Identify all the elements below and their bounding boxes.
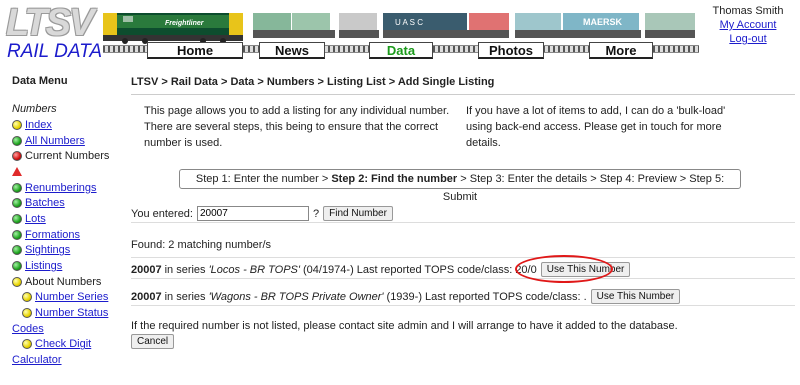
green-dot-icon — [12, 182, 22, 193]
sidebar-item-number-status[interactable]: Number Status — [12, 305, 124, 321]
result-number: 20007 — [131, 263, 162, 276]
sidebar-item-label[interactable]: Calculator — [12, 354, 62, 366]
sidebar-item-warning — [12, 164, 124, 180]
step-indicator: Step 1: Enter the number > Step 2: Find … — [179, 169, 741, 203]
svg-text:U A S C: U A S C — [395, 18, 423, 27]
found-count: Found: 2 matching number/s — [131, 238, 795, 258]
result-code: Last reported TOPS code/class: . — [425, 290, 587, 303]
warning-icon — [12, 167, 22, 177]
result-in-series: in series — [164, 263, 206, 276]
sidebar-item-label[interactable]: Renumberings — [25, 182, 97, 194]
use-this-number-button[interactable]: Use This Number — [590, 289, 681, 304]
sidebar-item-label: Current Numbers — [25, 150, 110, 163]
cancel-button[interactable]: Cancel — [131, 334, 175, 349]
sidebar-item-formations[interactable]: Formations — [12, 227, 124, 243]
breadcrumb: LTSV > Rail Data > Data > Numbers > List… — [131, 75, 795, 95]
sidebar-item-lots[interactable]: Lots — [12, 211, 124, 227]
site-header: LTSV RAIL DATA Freightliner U A S C MAER… — [0, 0, 800, 68]
result-in-series: in series — [164, 290, 206, 303]
sidebar-item-label[interactable]: Index — [25, 119, 52, 131]
sidebar-item-label: About Numbers — [25, 275, 102, 288]
user-name: Thomas Smith — [712, 5, 784, 17]
red-dot-icon — [12, 151, 22, 162]
sidebar-item-sightings[interactable]: Sightings — [12, 243, 124, 259]
sidebar-item-label[interactable]: Formations — [25, 229, 80, 241]
green-dot-icon — [12, 245, 22, 256]
result-dates: (1939-) — [386, 290, 422, 303]
highlight-circle — [515, 255, 613, 283]
my-account-link[interactable]: My Account — [700, 18, 796, 32]
svg-text:MAERSK: MAERSK — [583, 17, 623, 27]
user-box: Thomas Smith My Account Log-out — [700, 4, 796, 46]
green-dot-icon — [12, 135, 22, 146]
sidebar-item-label[interactable]: Number Status — [35, 307, 108, 319]
sidebar-item-label[interactable]: Batches — [25, 197, 65, 209]
sidebar-item-listings[interactable]: Listings — [12, 258, 124, 274]
yellow-dot-icon — [22, 292, 32, 303]
container-wagon: U A S C — [383, 13, 509, 38]
green-dot-icon — [12, 213, 22, 224]
result-row: 20007 in series 'Wagons - BR TOPS Privat… — [131, 288, 795, 306]
green-dot-icon — [12, 261, 22, 272]
sidebar-item-label[interactable]: Number Series — [35, 291, 108, 303]
sidebar-item-about-numbers: About Numbers — [12, 274, 124, 290]
result-series: 'Wagons - BR TOPS Private Owner' — [208, 290, 384, 303]
sidebar-item-label[interactable]: Lots — [25, 213, 46, 225]
sidebar-item-all-numbers[interactable]: All Numbers — [12, 133, 124, 149]
intro-left: This page allows you to add a listing fo… — [144, 105, 450, 149]
entered-label: You entered: — [131, 207, 193, 220]
green-dot-icon — [12, 198, 22, 209]
not-listed-note: If the required number is not listed, pl… — [131, 320, 678, 332]
main-content: LTSV > Rail Data > Data > Numbers > List… — [131, 75, 795, 349]
sidebar-item-current-numbers: Current Numbers — [12, 148, 124, 164]
svg-text:Freightliner: Freightliner — [165, 20, 205, 27]
yellow-dot-icon — [12, 119, 22, 130]
number-input[interactable] — [196, 206, 309, 221]
sidebar-item-label[interactable]: Sightings — [25, 244, 70, 256]
result-series: 'Locos - BR TOPS' — [208, 263, 300, 276]
result-code: Last reported TOPS code/class: 20/0 — [356, 263, 537, 276]
sidebar-item-number-series[interactable]: Number Series — [12, 290, 124, 306]
sidebar-item-codes[interactable]: Codes — [12, 321, 124, 337]
locomotive-image: Freightliner — [103, 13, 243, 44]
train-banner: Freightliner U A S C MAERSK — [103, 13, 695, 44]
site-logo[interactable]: LTSV — [6, 4, 94, 42]
entered-number-row: You entered: ? Find Number — [131, 205, 795, 223]
sidebar-item-label[interactable]: Listings — [25, 260, 62, 272]
result-number: 20007 — [131, 290, 162, 303]
result-dates: (04/1974-) — [302, 263, 354, 276]
nav-home-button[interactable]: Home — [147, 42, 243, 59]
sidebar-item-index[interactable]: Index — [12, 117, 124, 133]
sidebar-item-label[interactable]: All Numbers — [25, 135, 85, 147]
yellow-dot-icon — [22, 308, 32, 319]
yellow-dot-icon — [22, 339, 32, 350]
sidebar-title: Data Menu — [12, 75, 68, 87]
sidebar-item-label[interactable]: Codes — [12, 323, 44, 335]
intro-right: If you have a lot of items to add, I can… — [466, 105, 726, 149]
sidebar-item-calculator[interactable]: Calculator — [12, 352, 124, 368]
container-wagon — [253, 13, 379, 38]
nav-data-button[interactable]: Data — [369, 42, 433, 59]
nav-photos-button[interactable]: Photos — [478, 42, 544, 59]
help-question-mark[interactable]: ? — [313, 208, 319, 220]
site-subtitle: RAIL DATA — [7, 41, 103, 62]
sidebar-item-check-digit[interactable]: Check Digit — [12, 337, 124, 353]
green-dot-icon — [12, 229, 22, 240]
data-menu-sidebar: Data Menu Numbers Index All Numbers Curr… — [12, 75, 124, 368]
nav-more-button[interactable]: More — [589, 42, 653, 59]
nav-news-button[interactable]: News — [259, 42, 325, 59]
step-2-current: Step 2: Find the number — [331, 173, 458, 185]
sidebar-item-label[interactable]: Check Digit — [35, 338, 91, 350]
logout-link[interactable]: Log-out — [700, 32, 796, 46]
result-row: 20007 in series 'Locos - BR TOPS' (04/19… — [131, 261, 795, 279]
steps-remaining: > Step 3: Enter the details > Step 4: Pr… — [442, 173, 725, 203]
find-number-button[interactable]: Find Number — [323, 206, 393, 221]
intro-text: This page allows you to add a listing fo… — [131, 103, 795, 151]
sidebar-item-batches[interactable]: Batches — [12, 195, 124, 211]
yellow-dot-icon — [12, 276, 22, 287]
sidebar-item-renumberings[interactable]: Renumberings — [12, 180, 124, 196]
sidebar-section-numbers: Numbers — [12, 103, 57, 115]
step-1: Step 1: Enter the number > — [195, 173, 332, 185]
container-wagon: MAERSK — [515, 13, 695, 38]
